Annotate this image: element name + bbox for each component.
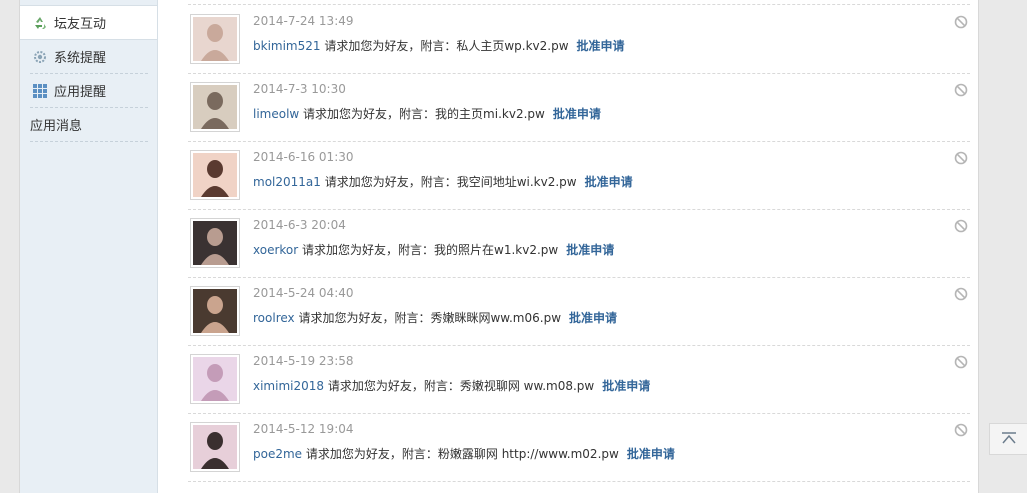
username-link[interactable]: xoerkor xyxy=(253,243,298,257)
sidebar-item-label: 应用消息 xyxy=(30,119,83,134)
avatar-image xyxy=(193,289,237,333)
arrow-up-icon xyxy=(1000,431,1018,448)
sidebar-item-label: 坛友互动 xyxy=(54,17,107,32)
notice-text: 请求加您为好友，附言：秀嫩眯眯网ww.m06.pw xyxy=(294,311,562,325)
notice-message: mol2011a1 请求加您为好友，附言：我空间地址wi.kv2.pw 批准申请 xyxy=(253,173,633,190)
avatar[interactable] xyxy=(190,218,240,268)
avatar[interactable] xyxy=(190,150,240,200)
grid-icon xyxy=(32,83,48,99)
sidebar-item-system-notice[interactable]: 系统提醒 xyxy=(30,40,148,74)
approve-button[interactable]: 批准申请 xyxy=(569,311,617,325)
ignore-icon[interactable] xyxy=(954,15,968,29)
sidebar-item-app-notice[interactable]: 应用提醒 xyxy=(30,74,148,108)
notice-list: 2014-7-24 13:49 bkimim521 请求加您为好友，附言：私人主… xyxy=(158,0,978,493)
ignore-icon[interactable] xyxy=(954,423,968,437)
notice-text: 请求加您为好友，附言：私人主页wp.kv2.pw xyxy=(320,39,569,53)
avatar-image xyxy=(193,425,237,469)
notice-time: 2014-6-16 01:30 xyxy=(253,150,354,164)
notice-row: 2014-5-24 04:40 roolrex 请求加您为好友，附言：秀嫩眯眯网… xyxy=(188,277,970,346)
notice-time: 2014-7-3 10:30 xyxy=(253,82,346,96)
ignore-icon[interactable] xyxy=(954,151,968,165)
sidebar: 坛友互动 系统提醒 应用提醒 应用消息 xyxy=(20,0,158,493)
notice-text: 请求加您为好友，附言：粉嫩露聊网 http://www.m02.pw xyxy=(302,447,619,461)
back-to-top-button[interactable] xyxy=(989,423,1027,455)
sidebar-item-app-messages[interactable]: 应用消息 xyxy=(30,108,148,142)
avatar[interactable] xyxy=(190,82,240,132)
avatar-image xyxy=(193,17,237,61)
username-link[interactable]: poe2me xyxy=(253,447,302,461)
notice-message: bkimim521 请求加您为好友，附言：私人主页wp.kv2.pw 批准申请 xyxy=(253,37,625,54)
notice-message: roolrex 请求加您为好友，附言：秀嫩眯眯网ww.m06.pw 批准申请 xyxy=(253,309,617,326)
avatar[interactable] xyxy=(190,354,240,404)
notice-row: 2014-5-12 19:04 poe2me 请求加您为好友，附言：粉嫩露聊网 … xyxy=(188,413,970,482)
notice-row: 2014-6-16 01:30 mol2011a1 请求加您为好友，附言：我空间… xyxy=(188,141,970,210)
notice-row: 2014-5-19 23:58 ximimi2018 请求加您为好友，附言：秀嫩… xyxy=(188,345,970,414)
approve-button[interactable]: 批准申请 xyxy=(553,107,601,121)
notice-text: 请求加您为好友，附言：我的照片在w1.kv2.pw xyxy=(298,243,559,257)
username-link[interactable]: limeolw xyxy=(253,107,299,121)
ignore-icon[interactable] xyxy=(954,287,968,301)
sidebar-item-label: 系统提醒 xyxy=(54,51,107,66)
ignore-icon[interactable] xyxy=(954,355,968,369)
username-link[interactable]: roolrex xyxy=(253,311,295,325)
approve-button[interactable]: 批准申请 xyxy=(577,39,625,53)
avatar-image xyxy=(193,153,237,197)
notice-row: 2014-6-3 20:04 xoerkor 请求加您为好友，附言：我的照片在w… xyxy=(188,209,970,278)
recycle-icon xyxy=(32,15,48,31)
notice-time: 2014-6-3 20:04 xyxy=(253,218,346,232)
approve-button[interactable]: 批准申请 xyxy=(585,175,633,189)
sidebar-item-forum-interaction[interactable]: 坛友互动 xyxy=(20,5,157,40)
notice-message: limeolw 请求加您为好友，附言：我的主页mi.kv2.pw 批准申请 xyxy=(253,105,601,122)
notice-message: xoerkor 请求加您为好友，附言：我的照片在w1.kv2.pw 批准申请 xyxy=(253,241,614,258)
notice-time: 2014-5-19 23:58 xyxy=(253,354,354,368)
avatar[interactable] xyxy=(190,286,240,336)
notice-row: 2014-7-24 13:49 bkimim521 请求加您为好友，附言：私人主… xyxy=(188,5,970,74)
avatar-image xyxy=(193,221,237,265)
notice-message: poe2me 请求加您为好友，附言：粉嫩露聊网 http://www.m02.p… xyxy=(253,445,675,462)
avatar-image xyxy=(193,85,237,129)
notice-text: 请求加您为好友，附言：我空间地址wi.kv2.pw xyxy=(320,175,577,189)
gear-icon xyxy=(32,49,48,65)
sidebar-item-label: 应用提醒 xyxy=(54,85,107,100)
ignore-icon[interactable] xyxy=(954,219,968,233)
username-link[interactable]: ximimi2018 xyxy=(253,379,324,393)
content-frame: 坛友互动 系统提醒 应用提醒 应用消息 2014-7-24 13:49 bkim… xyxy=(19,0,979,493)
approve-button[interactable]: 批准申请 xyxy=(566,243,614,257)
username-link[interactable]: mol2011a1 xyxy=(253,175,321,189)
avatar[interactable] xyxy=(190,422,240,472)
notice-row: 2014-7-3 10:30 limeolw 请求加您为好友，附言：我的主页mi… xyxy=(188,73,970,142)
notice-text: 请求加您为好友，附言：秀嫩视聊网 ww.m08.pw xyxy=(324,379,595,393)
avatar[interactable] xyxy=(190,14,240,64)
notice-time: 2014-7-24 13:49 xyxy=(253,14,354,28)
notice-message: ximimi2018 请求加您为好友，附言：秀嫩视聊网 ww.m08.pw 批准申… xyxy=(253,377,650,394)
notice-time: 2014-5-24 04:40 xyxy=(253,286,354,300)
avatar-image xyxy=(193,357,237,401)
username-link[interactable]: bkimim521 xyxy=(253,39,321,53)
approve-button[interactable]: 批准申请 xyxy=(602,379,650,393)
ignore-icon[interactable] xyxy=(954,83,968,97)
approve-button[interactable]: 批准申请 xyxy=(627,447,675,461)
notice-text: 请求加您为好友，附言：我的主页mi.kv2.pw xyxy=(299,107,545,121)
notice-time: 2014-5-12 19:04 xyxy=(253,422,354,436)
